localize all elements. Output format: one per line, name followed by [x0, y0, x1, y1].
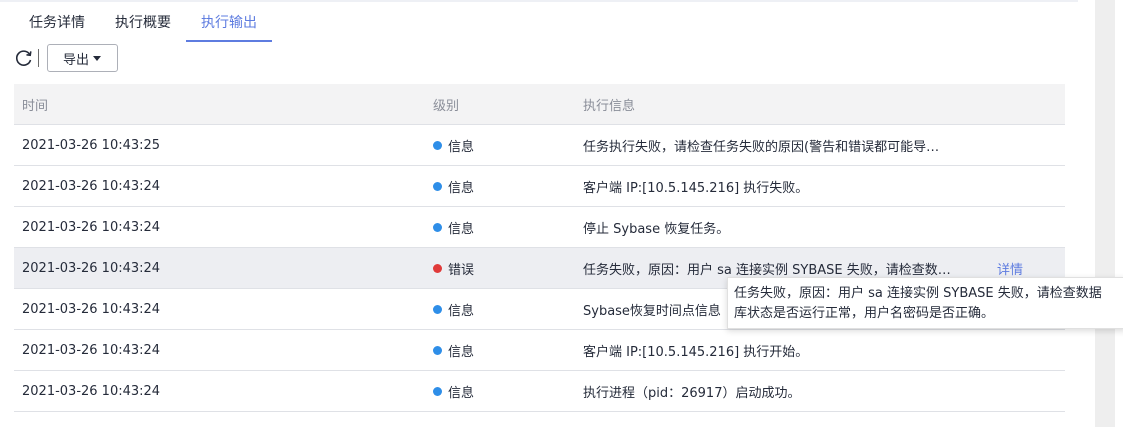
toolbar: 导出 — [14, 43, 118, 73]
cell-message: 客户端 IP:[10.5.145.216] 执行开始。 — [583, 344, 809, 360]
tab-task-details[interactable]: 任务详情 — [14, 8, 100, 40]
cell-level: 信息 — [448, 344, 475, 360]
info-dot-icon — [433, 345, 442, 355]
cell-time: 2021-03-26 10:43:25 — [22, 137, 161, 153]
cell-level: 信息 — [448, 180, 475, 196]
cell-message: 执行进程（pid：26917）启动成功。 — [583, 385, 801, 401]
tab-bar: 任务详情 执行概要 执行输出 — [14, 8, 272, 42]
execution-output-table: 时间 级别 执行信息 2021-03-26 10:43:25 信息 任务执行失败… — [14, 84, 1065, 412]
table-row: 2021-03-26 10:43:25 信息 任务执行失败，请检查任务失败的原因… — [14, 125, 1065, 166]
info-dot-icon — [433, 304, 442, 314]
table-row: 2021-03-26 10:43:24 信息 客户端 IP:[10.5.145.… — [14, 166, 1065, 207]
cell-time: 2021-03-26 10:43:24 — [22, 301, 161, 317]
tooltip-line: 库状态是否运行正常，用户名密码是否正确。 — [734, 306, 995, 321]
tooltip-line: 任务失败，原因：用户 sa 连接实例 SYBASE 失败，请检查数据 — [734, 286, 1102, 301]
cell-message: 任务失败，原因：用户 sa 连接实例 SYBASE 失败，请检查数… — [583, 262, 951, 278]
tab-execution-output[interactable]: 执行输出 — [186, 8, 272, 42]
error-tooltip: 任务失败，原因：用户 sa 连接实例 SYBASE 失败，请检查数据 库状态是否… — [727, 277, 1123, 329]
info-dot-icon — [433, 222, 442, 232]
cell-level: 信息 — [448, 139, 475, 155]
cell-message: 停止 Sybase 恢复任务。 — [583, 221, 730, 237]
cell-level: 错误 — [448, 262, 475, 278]
header-time: 时间 — [22, 98, 49, 114]
cell-message: 任务执行失败，请检查任务失败的原因(警告和错误都可能导… — [583, 139, 940, 155]
cell-level: 信息 — [448, 385, 475, 401]
cell-level: 信息 — [448, 303, 475, 319]
scrollbar[interactable] — [1095, 0, 1115, 427]
header-level: 级别 — [433, 98, 460, 114]
refresh-icon[interactable] — [14, 48, 34, 68]
table-row: 2021-03-26 10:43:24 信息 停止 Sybase 恢复任务。 — [14, 207, 1065, 248]
cell-time: 2021-03-26 10:43:24 — [22, 178, 161, 194]
top-border — [0, 0, 1078, 2]
error-dot-icon — [433, 263, 442, 273]
export-button-label: 导出 — [63, 52, 90, 68]
toolbar-divider — [38, 49, 39, 67]
info-dot-icon — [433, 181, 442, 191]
cell-time: 2021-03-26 10:43:24 — [22, 219, 161, 235]
cell-level: 信息 — [448, 221, 475, 237]
info-dot-icon — [433, 386, 442, 396]
chevron-down-icon — [93, 55, 102, 61]
info-dot-icon — [433, 140, 442, 150]
header-message: 执行信息 — [583, 98, 636, 114]
tab-execution-summary[interactable]: 执行概要 — [100, 8, 186, 40]
table-row: 2021-03-26 10:43:24 信息 执行进程（pid：26917）启动… — [14, 371, 1065, 412]
export-button[interactable]: 导出 — [47, 44, 118, 72]
table-row: 2021-03-26 10:43:24 信息 客户端 IP:[10.5.145.… — [14, 330, 1065, 371]
details-link[interactable]: 详情 — [997, 259, 1023, 278]
table-header: 时间 级别 执行信息 — [14, 84, 1065, 125]
cell-time: 2021-03-26 10:43:24 — [22, 383, 161, 399]
cell-message: 客户端 IP:[10.5.145.216] 执行失败。 — [583, 180, 809, 196]
cell-time: 2021-03-26 10:43:24 — [22, 260, 161, 276]
cell-time: 2021-03-26 10:43:24 — [22, 342, 161, 358]
